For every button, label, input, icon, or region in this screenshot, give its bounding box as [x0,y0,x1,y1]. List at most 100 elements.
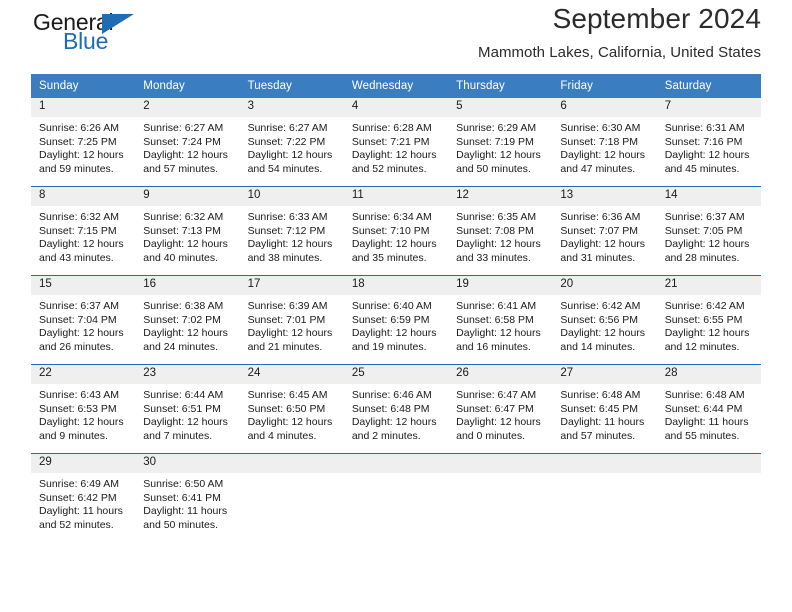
calendar-day-cell[interactable]: 27 Sunrise: 6:48 AM Sunset: 6:45 PM Dayligh… [552,364,657,454]
calendar-day-cell[interactable]: 3 Sunrise: 6:27 AM Sunset: 7:22 PM Daylight… [239,98,344,187]
calendar-day-cell[interactable]: 22 Sunrise: 6:43 AM Sunset: 6:53 PM Dayligh… [31,364,136,454]
daylight-duration-line2: and 59 minutes. [39,162,114,175]
sunset-time: Sunset: 7:15 PM [39,224,117,237]
day-details: Sunrise: 6:27 AM Sunset: 7:24 PM Daylight:… [135,117,239,176]
calendar-day-cell[interactable]: 25 Sunrise: 6:46 AM Sunset: 6:48 PM Dayligh… [343,364,449,454]
sunset-time: Sunset: 6:44 PM [664,402,743,415]
calendar-header-row: Sunday Monday Tuesday Wednesday Thursday… [31,74,761,98]
daylight-duration-line2: and 9 minutes. [39,429,108,442]
day-cell: 2 Sunrise: 6:27 AM Sunset: 7:24 PM Daylight… [135,98,240,186]
calendar-day-cell[interactable]: 10 Sunrise: 6:33 AM Sunset: 7:12 PM Dayligh… [239,186,344,276]
daylight-duration-line1: Daylight: 12 hours [39,327,124,340]
calendar-day-cell[interactable] [239,453,344,542]
calendar-day-cell[interactable]: 15 Sunrise: 6:37 AM Sunset: 7:04 PM Dayligh… [31,275,136,365]
calendar-day-cell[interactable] [448,453,553,542]
day-number: 1 [31,98,136,117]
calendar-day-cell[interactable]: 1 Sunrise: 6:26 AM Sunset: 7:25 PM Daylight… [31,98,136,187]
calendar-day-cell[interactable]: 2 Sunrise: 6:27 AM Sunset: 7:24 PM Daylight… [135,98,240,187]
day-number: 19 [448,276,553,295]
calendar-day-cell[interactable] [552,453,657,542]
sunrise-time: Sunrise: 6:37 AM [664,211,745,223]
sunset-time: Sunset: 7:01 PM [247,313,326,326]
daylight-duration-line1: Daylight: 11 hours [39,505,123,518]
day-number: 28 [656,365,761,384]
calendar-day-cell[interactable]: 11 Sunrise: 6:34 AM Sunset: 7:10 PM Dayligh… [343,186,449,276]
calendar-week-row: 22 Sunrise: 6:43 AM Sunset: 6:53 PM Dayligh… [31,364,761,454]
calendar-day-cell[interactable]: 14 Sunrise: 6:37 AM Sunset: 7:05 PM Dayligh… [656,186,761,276]
day-number: 5 [448,98,553,117]
day-number [656,454,761,473]
generalblue-logo[interactable]: General Blue [33,9,163,59]
daylight-duration-line1: Daylight: 12 hours [247,149,333,162]
day-details: Sunrise: 6:42 AM Sunset: 6:56 PM Daylight:… [552,295,656,354]
day-number: 23 [135,365,240,384]
calendar-day-cell[interactable]: 9 Sunrise: 6:32 AM Sunset: 7:13 PM Daylight… [135,186,240,276]
calendar-day-cell[interactable]: 29 Sunrise: 6:49 AM Sunset: 6:42 PM Dayligh… [31,453,136,542]
calendar-day-cell[interactable]: 19 Sunrise: 6:41 AM Sunset: 6:58 PM Dayligh… [448,275,553,365]
sunset-time: Sunset: 6:55 PM [664,313,743,326]
daylight-duration-line2: and 52 minutes. [351,162,427,175]
calendar-day-cell[interactable]: 17 Sunrise: 6:39 AM Sunset: 7:01 PM Dayligh… [239,275,344,365]
day-cell: 22 Sunrise: 6:43 AM Sunset: 6:53 PM Dayligh… [31,365,136,453]
sunset-time: Sunset: 6:51 PM [143,402,221,415]
calendar-day-cell[interactable] [656,453,761,542]
day-number: 29 [31,454,136,473]
daylight-duration-line2: and 26 minutes. [39,340,114,353]
calendar-day-cell[interactable]: 16 Sunrise: 6:38 AM Sunset: 7:02 PM Dayligh… [135,275,240,365]
sunrise-time: Sunrise: 6:44 AM [143,389,224,401]
calendar-week-row: 8 Sunrise: 6:32 AM Sunset: 7:15 PM Daylight… [31,186,761,276]
daylight-duration-line2: and 2 minutes. [351,429,421,442]
sunset-time: Sunset: 7:21 PM [351,135,430,148]
calendar-day-cell[interactable]: 28 Sunrise: 6:48 AM Sunset: 6:44 PM Dayligh… [656,364,761,454]
day-cell: 19 Sunrise: 6:41 AM Sunset: 6:58 PM Dayligh… [448,276,553,364]
day-details: Sunrise: 6:29 AM Sunset: 7:19 PM Daylight:… [448,117,552,176]
day-details: Sunrise: 6:49 AM Sunset: 6:42 PM Daylight:… [31,473,135,532]
day-cell: 1 Sunrise: 6:26 AM Sunset: 7:25 PM Daylight… [31,98,136,186]
day-cell: 14 Sunrise: 6:37 AM Sunset: 7:05 PM Dayligh… [656,187,761,275]
calendar-day-cell[interactable]: 7 Sunrise: 6:31 AM Sunset: 7:16 PM Daylight… [656,98,761,187]
day-number: 8 [31,187,136,206]
calendar-day-cell[interactable]: 26 Sunrise: 6:47 AM Sunset: 6:47 PM Dayligh… [448,364,553,454]
sunrise-time: Sunrise: 6:42 AM [664,300,745,312]
calendar-day-cell[interactable]: 12 Sunrise: 6:35 AM Sunset: 7:08 PM Dayligh… [448,186,553,276]
weekday-header-friday: Friday [552,74,657,98]
calendar-page: General Blue September 2024 Mammoth Lake… [0,0,792,612]
calendar-day-cell[interactable]: 18 Sunrise: 6:40 AM Sunset: 6:59 PM Dayligh… [343,275,449,365]
day-details: Sunrise: 6:42 AM Sunset: 6:55 PM Daylight:… [657,295,761,354]
calendar-day-cell[interactable]: 5 Sunrise: 6:29 AM Sunset: 7:19 PM Daylight… [448,98,553,187]
day-number: 7 [656,98,761,117]
calendar-day-cell[interactable]: 21 Sunrise: 6:42 AM Sunset: 6:55 PM Dayligh… [656,275,761,365]
calendar-day-cell[interactable]: 6 Sunrise: 6:30 AM Sunset: 7:18 PM Daylight… [552,98,657,187]
page-subtitle: Mammoth Lakes, California, United States [478,43,761,61]
sunrise-time: Sunrise: 6:31 AM [664,122,745,134]
calendar-day-cell[interactable]: 13 Sunrise: 6:36 AM Sunset: 7:07 PM Dayligh… [552,186,657,276]
calendar-day-cell[interactable]: 4 Sunrise: 6:28 AM Sunset: 7:21 PM Daylight… [343,98,449,187]
daylight-duration-line2: and 55 minutes. [664,429,740,442]
calendar-day-cell[interactable]: 30 Sunrise: 6:50 AM Sunset: 6:41 PM Dayligh… [135,453,240,542]
calendar-day-cell[interactable] [343,453,449,542]
calendar-day-cell[interactable]: 20 Sunrise: 6:42 AM Sunset: 6:56 PM Dayligh… [552,275,657,365]
day-cell: 23 Sunrise: 6:44 AM Sunset: 6:51 PM Dayligh… [135,365,240,453]
day-cell: 17 Sunrise: 6:39 AM Sunset: 7:01 PM Dayligh… [239,276,344,364]
daylight-duration-line2: and 21 minutes. [247,340,323,353]
daylight-duration-line2: and 33 minutes. [456,251,531,264]
sunrise-time: Sunrise: 6:49 AM [39,478,119,490]
sunrise-time: Sunrise: 6:33 AM [247,211,328,223]
daylight-duration-line1: Daylight: 12 hours [456,149,541,162]
day-details: Sunrise: 6:32 AM Sunset: 7:15 PM Daylight:… [31,206,135,265]
daylight-duration-line2: and 57 minutes. [560,429,636,442]
day-cell: 7 Sunrise: 6:31 AM Sunset: 7:16 PM Daylight… [656,98,761,186]
daylight-duration-line1: Daylight: 12 hours [39,238,124,251]
sunset-time: Sunset: 6:48 PM [351,402,430,415]
sunrise-time: Sunrise: 6:27 AM [143,122,224,134]
day-number: 13 [552,187,657,206]
calendar-day-cell[interactable]: 24 Sunrise: 6:45 AM Sunset: 6:50 PM Dayligh… [239,364,344,454]
day-details [344,473,448,478]
empty-day-cell [343,454,449,542]
sunset-time: Sunset: 7:05 PM [664,224,743,237]
calendar-day-cell[interactable]: 8 Sunrise: 6:32 AM Sunset: 7:15 PM Daylight… [31,186,136,276]
calendar-day-cell[interactable]: 23 Sunrise: 6:44 AM Sunset: 6:51 PM Dayligh… [135,364,240,454]
day-details: Sunrise: 6:33 AM Sunset: 7:12 PM Daylight:… [240,206,344,265]
sunrise-time: Sunrise: 6:35 AM [456,211,537,223]
daylight-duration-line1: Daylight: 12 hours [664,149,750,162]
